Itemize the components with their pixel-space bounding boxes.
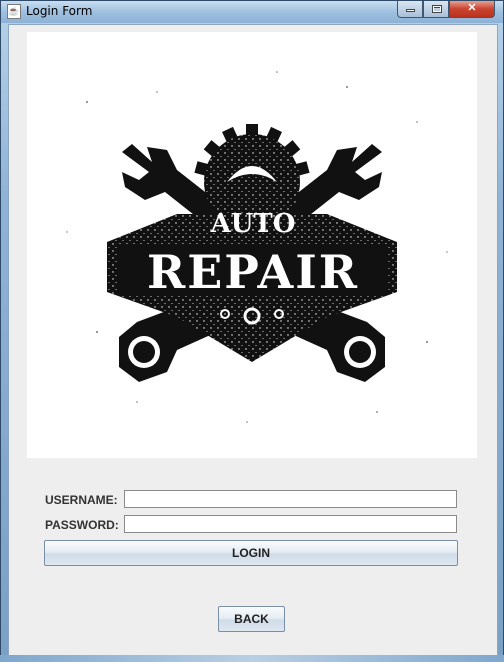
maximize-icon [432, 5, 442, 13]
minimize-icon [406, 9, 415, 12]
minimize-button[interactable] [397, 1, 423, 18]
logo-image: AUTO REPAIR [27, 32, 477, 458]
logo-text-repair: REPAIR [147, 245, 359, 299]
username-label: USERNAME: [45, 493, 118, 507]
password-field[interactable] [124, 515, 457, 533]
java-icon: ☕ [7, 4, 21, 19]
password-label: PASSWORD: [45, 518, 119, 532]
content-pane: AUTO REPAIR USERNAME: PASSWORD: LOGIN BA… [8, 24, 498, 656]
close-icon: ✕ [467, 2, 477, 14]
desktop-taskbar-strip [0, 655, 504, 662]
logo-text-auto: AUTO [210, 209, 296, 239]
back-button[interactable]: BACK [218, 606, 285, 632]
window-title: Login Form [26, 4, 93, 18]
username-field[interactable] [124, 490, 457, 508]
auto-repair-logo: AUTO REPAIR [66, 71, 448, 423]
login-button[interactable]: LOGIN [44, 540, 458, 566]
maximize-button[interactable] [423, 1, 449, 18]
title-bar[interactable]: ☕ Login Form ✕ [1, 1, 503, 23]
close-button[interactable]: ✕ [449, 1, 495, 18]
login-form-window: ☕ Login Form ✕ AUTO REPAIR USERNAME: PAS… [0, 0, 504, 662]
